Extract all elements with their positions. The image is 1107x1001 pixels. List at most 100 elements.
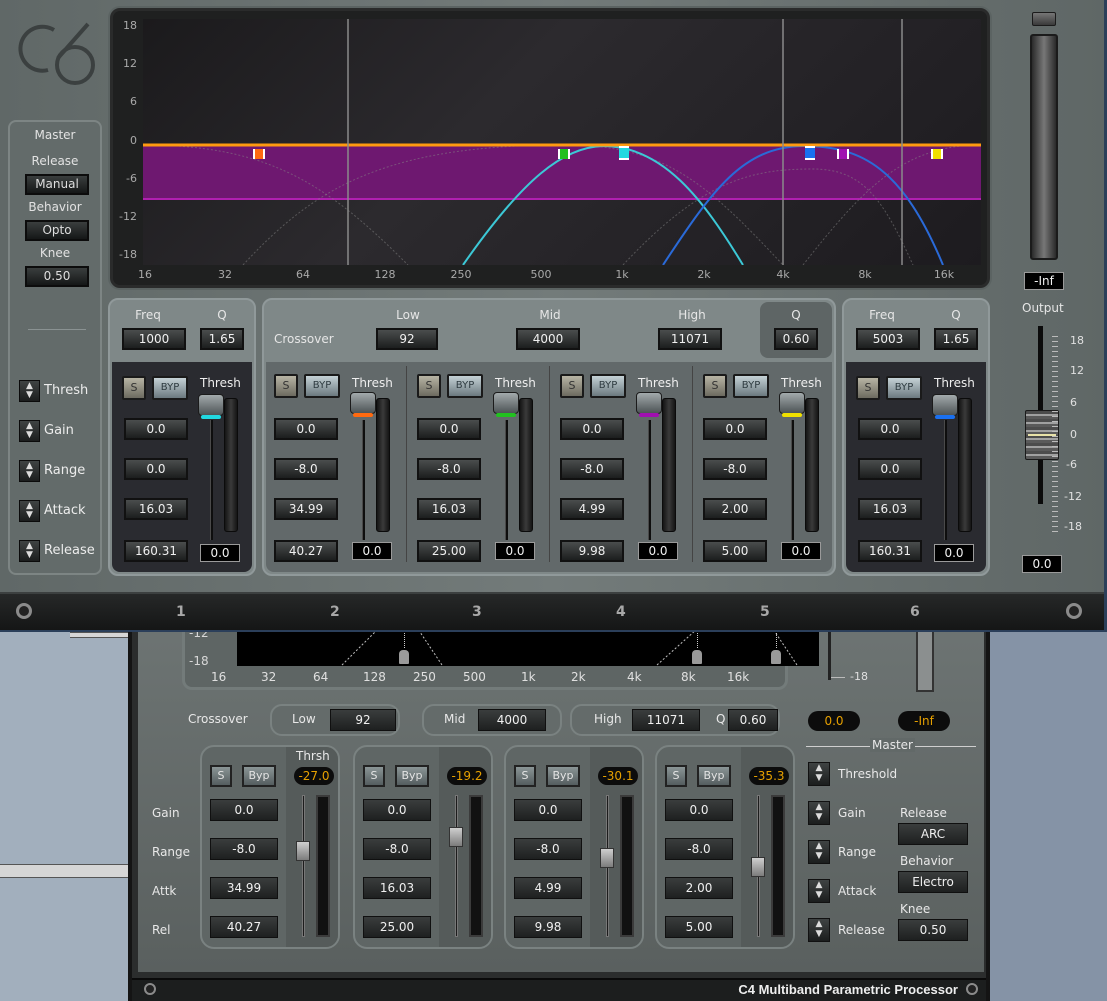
band-3-gain-field[interactable]: 0.0 [417, 418, 481, 440]
crossover-q-field[interactable]: 0.60 [774, 328, 818, 350]
band-2-thresh-handle[interactable] [350, 392, 376, 417]
band-1-thresh-slider[interactable] [210, 420, 213, 540]
band-4-gain-field[interactable]: 0.0 [560, 418, 624, 440]
c4-range-field[interactable]: -8.0 [514, 838, 582, 860]
band-2-solo-button[interactable]: S [274, 374, 298, 398]
c4-bypass-button[interactable]: Byp [242, 765, 276, 787]
band-2-thresh-slider[interactable] [362, 420, 365, 540]
c4-range-field[interactable]: -8.0 [210, 838, 278, 860]
c4-release-field[interactable]: 5.00 [665, 916, 733, 938]
c4-attack-field[interactable]: 4.99 [514, 877, 582, 899]
band-5-handle[interactable] [931, 149, 943, 159]
band-1-freq-field[interactable]: 1000 [122, 328, 186, 350]
band-3-handle[interactable] [558, 149, 570, 159]
band-4-bypass-button[interactable]: BYP [590, 374, 626, 398]
c4-attack-field[interactable]: 34.99 [210, 877, 278, 899]
c4-solo-button[interactable]: S [363, 765, 385, 787]
band-3-release-field[interactable]: 25.00 [417, 540, 481, 562]
band-6-release-field[interactable]: 160.31 [858, 540, 922, 562]
c6-range-spin[interactable]: ▲ ▼ [19, 460, 40, 482]
c6-settings-icon[interactable] [1066, 603, 1082, 619]
c4-release-mode-button[interactable]: ARC [898, 823, 968, 845]
c4-range-spin[interactable]: ▲ ▼ [808, 840, 830, 864]
output-gain-field[interactable]: 0.0 [1022, 555, 1062, 573]
band-1-thresh-handle[interactable] [198, 394, 224, 419]
band-4-release-field[interactable]: 9.98 [560, 540, 624, 562]
band-6-solo-button[interactable]: S [856, 376, 880, 400]
band-6-q-field[interactable]: 1.65 [934, 328, 978, 350]
c4-thresh-handle[interactable] [449, 827, 463, 847]
band-6-handle[interactable] [805, 146, 815, 160]
c4-attack-field[interactable]: 2.00 [665, 877, 733, 899]
c4-attack-spin[interactable]: ▲ ▼ [808, 879, 830, 903]
band-6-bypass-button[interactable]: BYP [886, 376, 922, 400]
band-1-q-field[interactable]: 1.65 [200, 328, 244, 350]
c6-knee-field[interactable]: 0.50 [25, 266, 89, 287]
c4-thresh-handle[interactable] [296, 841, 310, 861]
c4-mid-crossover-field[interactable]: 4000 [478, 709, 546, 731]
c4-knee-field[interactable]: 0.50 [898, 919, 968, 941]
c4-bypass-button[interactable]: Byp [697, 765, 731, 787]
c4-thresh-slider[interactable] [302, 795, 305, 937]
c4-output-fader-track[interactable] [828, 630, 831, 680]
band-4-attack-field[interactable]: 4.99 [560, 498, 624, 520]
c6-attack-spin[interactable]: ▲ ▼ [19, 500, 40, 522]
c4-release-spin[interactable]: ▲ ▼ [808, 918, 830, 942]
band-2-release-field[interactable]: 40.27 [274, 540, 338, 562]
c4-solo-button[interactable]: S [514, 765, 536, 787]
band-6-attack-field[interactable]: 16.03 [858, 498, 922, 520]
c6-gain-spin[interactable]: ▲ ▼ [19, 420, 40, 442]
c4-bypass-button[interactable]: Byp [546, 765, 580, 787]
c4-high-crossover-handle[interactable] [771, 650, 781, 664]
band-5-gain-field[interactable]: 0.0 [703, 418, 767, 440]
band-6-thresh-handle[interactable] [932, 394, 958, 419]
band-3-range-field[interactable]: -8.0 [417, 458, 481, 480]
c4-solo-button[interactable]: S [665, 765, 687, 787]
c4-thresh-handle[interactable] [600, 848, 614, 868]
c4-gain-spin[interactable]: ▲ ▼ [808, 801, 830, 825]
c6-release-mode-button[interactable]: Manual [25, 174, 89, 195]
c4-gain-field[interactable]: 0.0 [363, 799, 431, 821]
band-5-thresh-handle[interactable] [779, 392, 805, 417]
c4-attack-field[interactable]: 16.03 [363, 877, 431, 899]
c4-bypass-button[interactable]: Byp [395, 765, 429, 787]
band-1-attack-field[interactable]: 16.03 [124, 498, 188, 520]
output-peak-indicator[interactable] [1032, 12, 1056, 26]
band-1-gain-field[interactable]: 0.0 [124, 418, 188, 440]
c6-thresh-spin[interactable]: ▲ ▼ [19, 380, 40, 402]
c4-release-field[interactable]: 25.00 [363, 916, 431, 938]
c4-thresh-slider[interactable] [455, 795, 458, 937]
band-4-thresh-handle[interactable] [636, 392, 662, 417]
band-5-release-field[interactable]: 5.00 [703, 540, 767, 562]
mid-crossover-field[interactable]: 4000 [516, 328, 580, 350]
band-5-range-field[interactable]: -8.0 [703, 458, 767, 480]
c4-range-field[interactable]: -8.0 [665, 838, 733, 860]
band-1-release-field[interactable]: 160.31 [124, 540, 188, 562]
c6-behavior-button[interactable]: Opto [25, 220, 89, 241]
c4-gain-field[interactable]: 0.0 [210, 799, 278, 821]
band-3-solo-button[interactable]: S [417, 374, 441, 398]
band-2-bypass-button[interactable]: BYP [304, 374, 340, 398]
band-4-solo-button[interactable]: S [560, 374, 584, 398]
band-2-gain-field[interactable]: 0.0 [274, 418, 338, 440]
band-5-solo-button[interactable]: S [703, 374, 727, 398]
low-crossover-field[interactable]: 92 [376, 328, 438, 350]
band-4-handle[interactable] [837, 149, 849, 159]
band-4-thresh-slider[interactable] [648, 420, 651, 540]
band-3-bypass-button[interactable]: BYP [447, 374, 483, 398]
c4-low-crossover-field[interactable]: 92 [330, 709, 396, 731]
band-5-attack-field[interactable]: 2.00 [703, 498, 767, 520]
c4-thresh-handle[interactable] [751, 857, 765, 877]
band-3-thresh-slider[interactable] [505, 420, 508, 540]
c4-gain-field[interactable]: 0.0 [514, 799, 582, 821]
c4-behavior-button[interactable]: Electro [898, 871, 968, 893]
c4-q-field[interactable]: 0.60 [728, 709, 778, 731]
band-6-thresh-slider[interactable] [944, 420, 947, 540]
band-3-thresh-handle[interactable] [493, 392, 519, 417]
c4-high-crossover-field[interactable]: 11071 [632, 709, 700, 731]
band-5-bypass-button[interactable]: BYP [733, 374, 769, 398]
c6-eq-graph[interactable] [143, 19, 981, 265]
c4-threshold-spin[interactable]: ▲ ▼ [808, 762, 830, 786]
band-6-freq-field[interactable]: 5003 [856, 328, 920, 350]
c4-release-field[interactable]: 40.27 [210, 916, 278, 938]
